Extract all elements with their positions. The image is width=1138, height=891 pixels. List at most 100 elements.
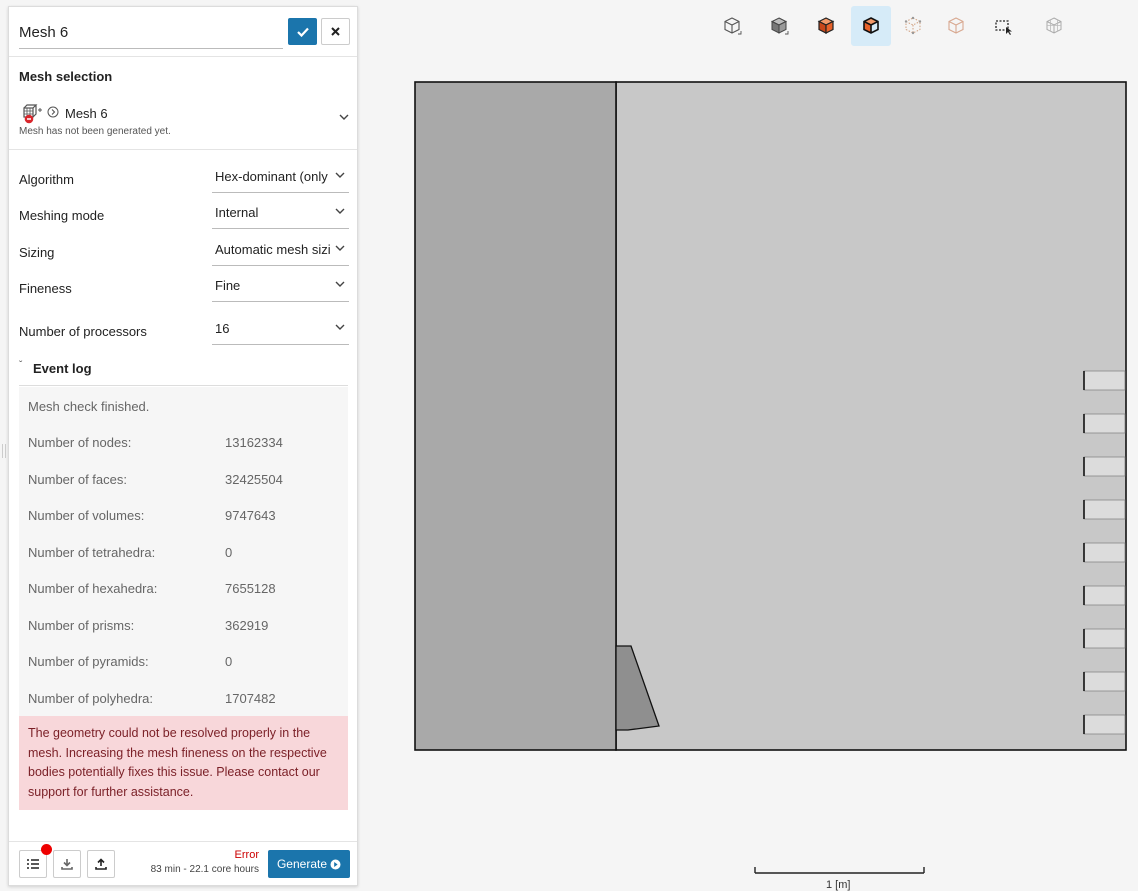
scale-bar bbox=[754, 867, 925, 874]
mesh-name-input[interactable] bbox=[19, 17, 283, 49]
sizing-value: Automatic mesh sizi bbox=[215, 242, 331, 257]
upload-button[interactable] bbox=[87, 850, 115, 878]
panel-footer: Error 83 min - 22.1 core hours Generate bbox=[9, 841, 357, 887]
outlet-slot[interactable] bbox=[1083, 413, 1126, 434]
download-button[interactable] bbox=[53, 850, 81, 878]
box-solid-icon bbox=[770, 17, 789, 35]
outlet-slot[interactable] bbox=[1083, 628, 1126, 649]
outlet-slot[interactable] bbox=[1083, 370, 1126, 391]
log-key: Number of volumes: bbox=[28, 508, 145, 523]
log-key: Number of polyhedra: bbox=[28, 691, 154, 706]
algorithm-value: Hex-dominant (only bbox=[215, 169, 328, 184]
play-circle-icon bbox=[330, 859, 341, 869]
tool-box-orange[interactable] bbox=[806, 6, 846, 46]
processors-label: Number of processors bbox=[19, 324, 147, 339]
log-value: 13162334 bbox=[225, 435, 283, 450]
tool-box-solid[interactable] bbox=[759, 6, 799, 46]
close-icon bbox=[331, 27, 340, 36]
mesh-selector[interactable]: Mesh 6 Mesh has not been generated yet. bbox=[19, 104, 349, 142]
log-key: Number of faces: bbox=[28, 472, 127, 487]
outlet-slot[interactable] bbox=[1083, 456, 1126, 477]
error-message: The geometry could not be resolved prope… bbox=[19, 716, 348, 810]
fineness-label: Fineness bbox=[19, 281, 72, 296]
log-value: 7655128 bbox=[225, 581, 276, 596]
log-key: Number of pyramids: bbox=[28, 654, 149, 669]
chevron-down-icon bbox=[335, 324, 345, 330]
log-value: 0 bbox=[225, 654, 233, 669]
box-faded-icon bbox=[948, 17, 964, 34]
log-key: Number of nodes: bbox=[28, 435, 132, 450]
generate-button[interactable]: Generate bbox=[268, 850, 350, 878]
outlet-slot[interactable] bbox=[1083, 714, 1126, 735]
cost-label: 83 min - 22.1 core hours bbox=[150, 864, 259, 875]
info-circle-icon bbox=[47, 106, 59, 118]
left-wall-body[interactable] bbox=[414, 81, 617, 751]
event-log-heading: Event log bbox=[33, 361, 92, 376]
log-value: 362919 bbox=[225, 618, 269, 633]
log-value: 0 bbox=[225, 545, 233, 560]
log-key: Number of tetrahedra: bbox=[28, 545, 156, 560]
fineness-select[interactable]: Fine bbox=[212, 272, 349, 302]
log-key: Number of prisms: bbox=[28, 618, 135, 633]
tool-box-faded[interactable] bbox=[936, 6, 976, 46]
tool-box-select[interactable] bbox=[984, 6, 1024, 46]
chevron-down-icon bbox=[335, 281, 345, 287]
algorithm-select[interactable]: Hex-dominant (only bbox=[212, 163, 349, 193]
tool-box-edges[interactable] bbox=[851, 6, 891, 46]
outlet-slot[interactable] bbox=[1083, 499, 1126, 520]
job-status: Error 83 min - 22.1 core hours bbox=[151, 849, 259, 875]
tool-box-points[interactable] bbox=[893, 6, 933, 46]
outlet-slot[interactable] bbox=[1083, 671, 1126, 692]
panel-resize-handle[interactable] bbox=[2, 444, 6, 458]
divider bbox=[9, 149, 357, 150]
close-button[interactable] bbox=[321, 18, 350, 45]
caret-down-icon: ˇ bbox=[19, 360, 23, 371]
title-row bbox=[9, 7, 357, 57]
box-points-icon bbox=[904, 16, 922, 35]
log-value: 32425504 bbox=[225, 472, 283, 487]
sizing-select[interactable]: Automatic mesh sizi bbox=[212, 236, 349, 266]
upload-icon bbox=[95, 858, 107, 870]
event-log-toggle[interactable]: ˇ Event log bbox=[19, 359, 348, 386]
log-key: Number of hexahedra: bbox=[28, 581, 158, 596]
box-select-icon bbox=[995, 20, 1012, 35]
sizing-label: Sizing bbox=[19, 245, 55, 260]
tool-box-outline[interactable] bbox=[712, 6, 752, 46]
meshing-mode-value: Internal bbox=[215, 205, 259, 220]
processors-value: 16 bbox=[215, 321, 230, 336]
mesh-selection-heading: Mesh selection bbox=[19, 69, 113, 84]
box-orange-icon bbox=[817, 17, 835, 34]
log-value: 9747643 bbox=[225, 508, 276, 523]
viewer-toolbar bbox=[712, 6, 1092, 46]
mesh-error-icon bbox=[23, 104, 42, 124]
outlet-slots bbox=[1083, 370, 1126, 735]
tool-box-grid[interactable] bbox=[1034, 6, 1074, 46]
meshing-mode-label: Meshing mode bbox=[19, 208, 105, 223]
mesh-selection-status: Mesh has not been generated yet. bbox=[19, 126, 171, 137]
chevron-down-icon bbox=[335, 172, 345, 178]
outlet-slot[interactable] bbox=[1083, 585, 1126, 606]
processors-select[interactable]: 16 bbox=[212, 315, 349, 345]
log-first-line: Mesh check finished. bbox=[28, 399, 150, 414]
notification-dot bbox=[41, 844, 52, 855]
domain-body[interactable] bbox=[615, 81, 1127, 751]
box-edges-icon bbox=[863, 17, 879, 34]
event-log-content: Mesh check finished. Number of nodes: 13… bbox=[19, 387, 348, 810]
box-outline-icon bbox=[724, 17, 742, 35]
confirm-button[interactable] bbox=[288, 18, 317, 45]
check-icon bbox=[296, 27, 309, 37]
algorithm-label: Algorithm bbox=[19, 172, 74, 187]
mesh-selection-name: Mesh 6 bbox=[65, 106, 108, 121]
mesh-panel: Mesh selection Mesh 6 Mesh has not been … bbox=[8, 6, 358, 886]
log-value: 1707482 bbox=[225, 691, 276, 706]
status-label: Error bbox=[234, 849, 259, 861]
outlet-slot[interactable] bbox=[1083, 542, 1126, 563]
chevron-down-icon bbox=[335, 208, 345, 214]
fineness-value: Fine bbox=[215, 278, 241, 293]
geometry-viewport[interactable] bbox=[414, 81, 1127, 751]
list-icon bbox=[27, 859, 39, 869]
chevron-down-icon bbox=[335, 245, 345, 251]
download-icon bbox=[61, 859, 73, 870]
meshing-mode-select[interactable]: Internal bbox=[212, 199, 349, 229]
scale-label: 1 [m] bbox=[826, 879, 851, 891]
